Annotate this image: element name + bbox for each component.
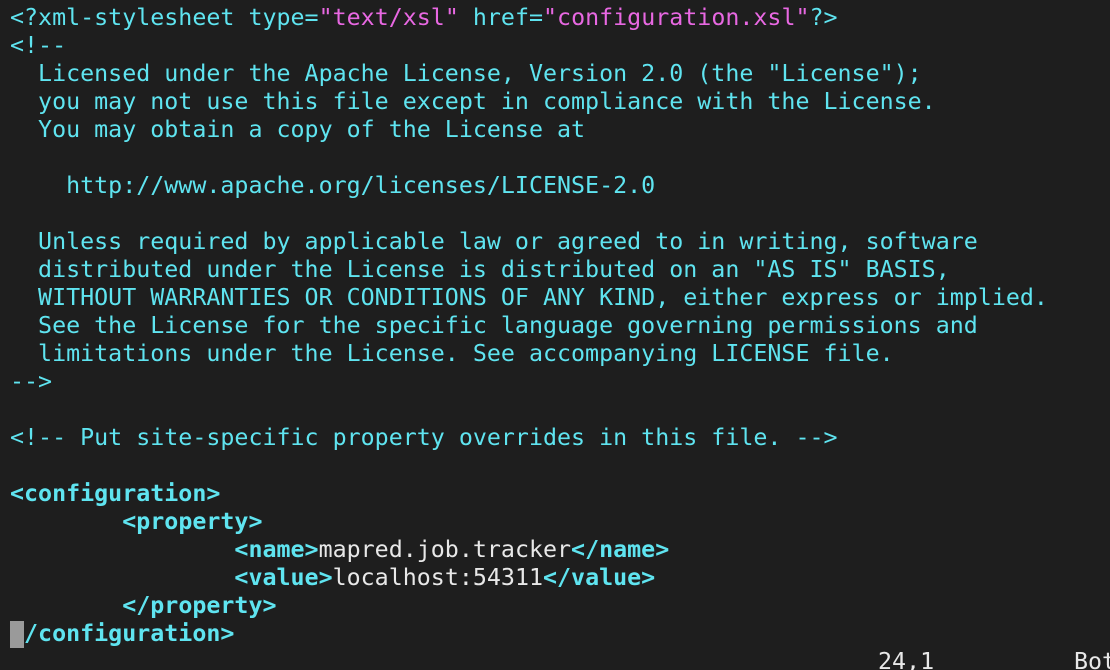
- code-line: Licensed under the Apache License, Versi…: [10, 60, 922, 88]
- code-token: <?xml-stylesheet: [10, 4, 249, 31]
- code-line: </configuration>: [10, 620, 234, 648]
- code-token: </configuration>: [10, 620, 235, 647]
- code-line: <!-- Put site-specific property override…: [10, 424, 838, 452]
- code-token: </property>: [122, 592, 277, 619]
- code-line: distributed under the License is distrib…: [10, 256, 950, 284]
- code-token: distributed under the License is distrib…: [10, 256, 950, 283]
- code-line: limitations under the License. See accom…: [10, 340, 894, 368]
- code-line: you may not use this file except in comp…: [10, 88, 936, 116]
- code-line: -->: [10, 368, 52, 396]
- cursor-position: 24,1: [878, 648, 935, 670]
- code-line: See the License for the specific languag…: [10, 312, 978, 340]
- code-line: </property>: [10, 592, 277, 620]
- code-line: <configuration>: [10, 480, 220, 508]
- code-line: <value>localhost:54311</value>: [10, 564, 655, 592]
- code-line: <name>mapred.job.tracker</name>: [10, 536, 669, 564]
- code-token: Unless required by applicable law or agr…: [10, 228, 978, 255]
- code-token: <configuration>: [10, 480, 221, 507]
- code-token: <!-- Put site-specific property override…: [10, 424, 838, 451]
- code-token: See the License for the specific languag…: [10, 312, 978, 339]
- code-token: -->: [10, 368, 53, 395]
- code-line: <!--: [10, 32, 66, 60]
- code-token: </value>: [543, 564, 656, 591]
- code-token: Licensed under the Apache License, Versi…: [10, 60, 922, 87]
- code-token: "configuration.xsl": [543, 4, 810, 31]
- code-token: ?>: [809, 4, 838, 31]
- code-line: Unless required by applicable law or agr…: [10, 228, 978, 256]
- code-token: type=: [248, 4, 319, 31]
- code-token: http://www.apache.org/licenses/LICENSE-2…: [10, 172, 656, 199]
- code-token: mapred.job.tracker: [318, 536, 572, 563]
- code-token: <!--: [10, 32, 67, 59]
- code-line: WITHOUT WARRANTIES OR CONDITIONS OF ANY …: [10, 284, 1048, 312]
- code-line: http://www.apache.org/licenses/LICENSE-2…: [10, 172, 655, 200]
- code-token: </name>: [571, 536, 670, 563]
- terminal-editor[interactable]: <?xml-stylesheet type="text/xsl" href="c…: [0, 0, 1110, 670]
- code-line: <property>: [10, 508, 262, 536]
- code-token: WITHOUT WARRANTIES OR CONDITIONS OF ANY …: [10, 284, 1048, 311]
- scroll-indicator: Bot: [1074, 648, 1110, 670]
- code-token: <name>: [234, 536, 319, 563]
- code-token: href=: [458, 4, 544, 31]
- code-line: You may obtain a copy of the License at: [10, 116, 585, 144]
- text-cursor: [10, 621, 24, 648]
- code-line: <?xml-stylesheet type="text/xsl" href="c…: [10, 4, 838, 32]
- code-token: You may obtain a copy of the License at: [10, 116, 586, 143]
- code-token: localhost:54311: [332, 564, 543, 591]
- code-token: "text/xsl": [318, 4, 459, 31]
- code-token: <property>: [122, 508, 263, 535]
- code-token: you may not use this file except in comp…: [10, 88, 936, 115]
- code-token: <value>: [234, 564, 333, 591]
- code-token: limitations under the License. See accom…: [10, 340, 894, 367]
